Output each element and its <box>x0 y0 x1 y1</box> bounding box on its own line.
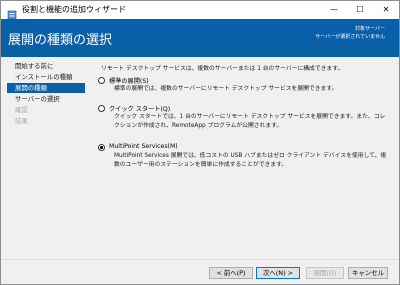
next-button[interactable]: 次へ(N) > <box>256 267 300 279</box>
multipoint-services-label[interactable]: MultiPoint Services(M) <box>109 143 178 150</box>
option-multipoint-services[interactable]: MultiPoint Services(M) MultiPoint Servic… <box>98 143 390 178</box>
sidebar-item-deployment-type[interactable]: 展開の種類 <box>7 83 85 93</box>
wizard-steps-sidebar: 開始する前に インストールの種類 展開の種類 サーバーの選択 確認 結果 <box>1 57 90 257</box>
wizard-window: 役割と機能の追加ウィザード — ☐ ✕ 展開の種類の選択 対象サーバー サーバー… <box>0 0 400 285</box>
main-content: リモート デスクトップ サービスは、複数のサーバーまたは 1 台のサーバーに構成… <box>93 57 393 257</box>
close-button[interactable]: ✕ <box>373 1 399 19</box>
multipoint-services-description: MultiPoint Services 展開では、低コストの USB ハブまたは… <box>114 153 387 168</box>
destination-server-label: 対象サーバー <box>355 26 385 32</box>
sidebar-item-results: 結果 <box>15 117 28 125</box>
intro-text: リモート デスクトップ サービスは、複数のサーバーまたは 1 台のサーバーに構成… <box>101 66 344 72</box>
deploy-button[interactable]: 展開(D) <box>306 267 344 279</box>
sidebar-item-server-selection[interactable]: サーバーの選択 <box>7 94 85 104</box>
standard-deployment-description: 標準の展開では、複数のサーバーにリモート デスクトップ サービスを展開できます。 <box>114 86 338 92</box>
option-quick-start[interactable]: クイック スタート(Q) クイック スタートでは、1 台のサーバーにリモート デ… <box>98 105 390 139</box>
option-standard-deployment[interactable]: 標準の展開(S) 標準の展開では、複数のサーバーにリモート デスクトップ サービ… <box>98 77 390 101</box>
quick-start-description: クイック スタートでは、1 台のサーバーにリモート デスクトップ サービスを展開… <box>114 114 386 129</box>
cancel-button[interactable]: キャンセル <box>348 267 388 279</box>
server-manager-icon <box>7 5 17 20</box>
previous-button[interactable]: < 前へ(P) <box>209 267 253 279</box>
title-bar: 役割と機能の追加ウィザード — ☐ ✕ <box>1 1 399 20</box>
window-title: 役割と機能の追加ウィザード <box>22 5 126 14</box>
sidebar-item-before-you-begin[interactable]: 開始する前に <box>7 61 85 71</box>
standard-deployment-radio[interactable] <box>98 77 105 84</box>
sidebar-item-installation-type[interactable]: インストールの種類 <box>7 72 85 82</box>
maximize-button[interactable]: ☐ <box>347 1 373 19</box>
sidebar-item-confirmation: 確認 <box>15 106 28 114</box>
wizard-header: 展開の種類の選択 対象サーバー サーバーが選択されていません <box>1 19 399 57</box>
quick-start-label[interactable]: クイック スタート(Q) <box>109 104 170 113</box>
minimize-button[interactable]: — <box>321 1 347 19</box>
page-title: 展開の種類の選択 <box>8 33 113 48</box>
multipoint-services-radio[interactable] <box>98 144 105 151</box>
standard-deployment-label[interactable]: 標準の展開(S) <box>109 76 149 85</box>
quick-start-radio[interactable] <box>98 105 105 112</box>
footer-divider <box>1 259 399 260</box>
destination-server-value: サーバーが選択されていません <box>315 34 385 40</box>
